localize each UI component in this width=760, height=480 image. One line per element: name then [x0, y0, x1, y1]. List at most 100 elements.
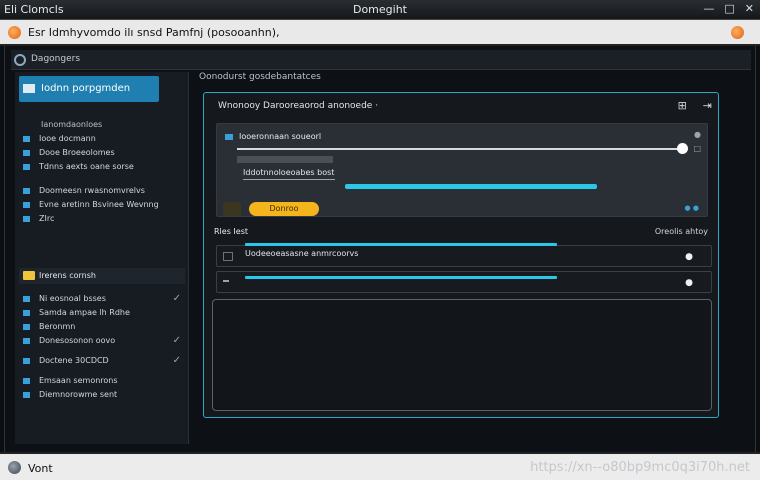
sidebar-item-label: Emsaan semonrons — [39, 376, 118, 385]
placeholder-chip — [223, 202, 241, 216]
sidebar-item[interactable]: Donesosonon oovo ✓ — [19, 334, 185, 348]
sidebar-item[interactable]: Dooe Broeeolomes — [19, 146, 185, 160]
status-icon[interactable] — [8, 461, 21, 474]
watermark: https://xn--o80bp9mc0q3i70h.net — [530, 460, 750, 475]
sidebar-item-label: Dooe Broeeolomes — [39, 148, 115, 157]
window-title: Domegiht — [352, 3, 407, 16]
doc-icon — [23, 136, 30, 142]
app-header: Dagongers — [11, 50, 751, 70]
info-icon[interactable]: □ — [693, 144, 701, 153]
progress-fill — [345, 184, 597, 189]
slider-handle[interactable] — [677, 143, 688, 154]
list-item[interactable]: Uodeeoeasasne anmrcoorvs ● — [216, 243, 712, 267]
close-button[interactable]: ✕ — [745, 2, 754, 15]
logo-icon — [14, 54, 26, 66]
doc-icon — [23, 188, 30, 194]
doc-icon — [23, 310, 30, 316]
progress-fill — [245, 276, 557, 279]
sidebar-item-label: Ni eosnoal bsses — [39, 294, 106, 303]
check-icon[interactable]: ✓ — [173, 354, 181, 368]
card-row-1-label: Iooeronnaan soueorl — [239, 132, 322, 141]
settings-card: Iooeronnaan soueorl ● □ Iddotnnoloeoabes… — [216, 123, 708, 217]
status-light-icon[interactable] — [731, 26, 744, 39]
panel-title: Wnonooy Darooreaorod anonoede · — [218, 101, 379, 111]
check-icon[interactable]: ✓ — [173, 292, 181, 306]
doc-icon — [23, 164, 30, 170]
primary-button[interactable]: Donroo — [249, 202, 319, 216]
dash-icon — [223, 280, 229, 282]
menu-dot-icon[interactable]: ● — [685, 252, 693, 262]
address-text[interactable]: Esr Idmhyvomdo ilı snsd Pamfnj (posooanh… — [28, 26, 280, 39]
status-text: Vont — [28, 462, 53, 475]
sidebar-item-active[interactable]: Iodnn porpgmden — [19, 76, 159, 102]
sidebar-item[interactable]: Ni eosnoal bsses ✓ — [19, 292, 185, 306]
sidebar-folder[interactable]: Irerens cornsh — [19, 268, 185, 284]
placeholder-bar — [237, 156, 333, 163]
sidebar-section-heading: Ianomdaonloes — [41, 120, 103, 129]
sidebar-item-label: Iodnn porpgmden — [41, 83, 131, 94]
divider — [243, 179, 335, 180]
doc-icon — [23, 216, 30, 222]
doc-icon — [23, 358, 30, 364]
card-row-3-label: Iddotnnoloeoabes bost — [243, 168, 335, 177]
doc-icon — [23, 150, 30, 156]
more-icon[interactable]: ● ● — [685, 204, 699, 212]
progress-fill — [245, 243, 557, 246]
list-item-label: Uodeeoeasasne anmrcoorvs — [245, 249, 359, 258]
sidebar-item[interactable]: Doomeesn rwasnomvrelvs — [19, 184, 185, 198]
doc-icon — [23, 324, 30, 330]
list-item[interactable]: ● — [216, 271, 712, 293]
sidebar-item-label: Doctene 30CDCD — [39, 356, 109, 365]
info-icon[interactable]: ● — [694, 130, 701, 139]
address-bar: Esr Idmhyvomdo ilı snsd Pamfnj (posooanh… — [0, 20, 760, 46]
export-icon[interactable]: ⇥ — [703, 99, 712, 112]
window-controls: — □ ✕ — [703, 2, 754, 15]
maximize-button[interactable]: □ — [724, 2, 734, 15]
sidebar-item-label: Samda ampae lh Rdhe — [39, 308, 130, 317]
sidebar-folder-section: Irerens cornsh — [19, 268, 185, 284]
status-bar: Vont https://xn--o80bp9mc0q3i70h.net — [0, 452, 760, 480]
sidebar-item[interactable]: Samda ampae lh Rdhe — [19, 306, 185, 320]
sidebar-item[interactable]: Tdnns aexts oane sorse — [19, 160, 185, 174]
sidebar-item[interactable]: Evne aretinn Bsvinee Wevnng — [19, 198, 185, 212]
sidebar-section-1: Ianomdaonloes Iooe docmann Dooe Broeeolo… — [19, 118, 185, 174]
slider-track[interactable] — [237, 148, 683, 150]
card-row-1: Iooeronnaan soueorl — [225, 132, 321, 141]
folder-icon — [23, 271, 35, 280]
doc-icon — [23, 202, 30, 208]
layout-icon[interactable]: ⊞ — [678, 99, 687, 112]
monitor-icon — [23, 84, 35, 93]
doc-icon — [23, 392, 30, 398]
doc-icon — [23, 296, 30, 302]
doc-icon — [225, 133, 233, 140]
sidebar-item[interactable]: Beronmn — [19, 320, 185, 334]
minimize-button[interactable]: — — [703, 2, 714, 15]
file-icon — [223, 252, 233, 261]
sidebar-item[interactable]: Iooe docmann — [19, 132, 185, 146]
doc-icon — [23, 338, 30, 344]
menu-dot-icon[interactable]: ● — [685, 278, 693, 288]
sidebar-item[interactable]: ZIrc — [19, 212, 185, 226]
sidebar-item-label: ZIrc — [39, 214, 55, 223]
content-area: Oonodurst gosdebantatces Wnonooy Daroore… — [191, 72, 751, 444]
sidebar-folder-label: Irerens cornsh — [39, 271, 96, 280]
list-header-right: Oreolis ahtoy — [654, 227, 708, 236]
sidebar-item[interactable]: Emsaan semonrons — [19, 374, 185, 388]
sidebar-item-label: Tdnns aexts oane sorse — [39, 162, 134, 171]
app-header-label: Dagongers — [31, 54, 81, 64]
sidebar: Iodnn porpgmden Ianomdaonloes Iooe docma… — [15, 72, 189, 444]
sidebar-item[interactable]: Diemnorowme sent — [19, 388, 185, 402]
sidebar-item[interactable]: Doctene 30CDCD ✓ — [19, 354, 185, 368]
sidebar-item-label: Iooe docmann — [39, 134, 96, 143]
check-icon[interactable]: ✓ — [173, 334, 181, 348]
record-icon[interactable] — [8, 26, 21, 39]
sidebar-item-label: Evne aretinn Bsvinee Wevnng — [39, 200, 159, 209]
main-panel: Wnonooy Darooreaorod anonoede · ⊞ ⇥ Iooe… — [203, 92, 719, 418]
sidebar-item-label: Diemnorowme sent — [39, 390, 118, 399]
list-header-left: Rles Iest — [214, 227, 248, 236]
sidebar-section-3: Ni eosnoal bsses ✓ Samda ampae lh Rdhe Be… — [19, 292, 185, 402]
empty-panel — [212, 299, 712, 411]
sidebar-item-label: Beronmn — [39, 322, 76, 331]
title-bar: Eli Clomcls Domegiht — □ ✕ — [0, 0, 760, 20]
sidebar-item-label: Doomeesn rwasnomvrelvs — [39, 186, 145, 195]
